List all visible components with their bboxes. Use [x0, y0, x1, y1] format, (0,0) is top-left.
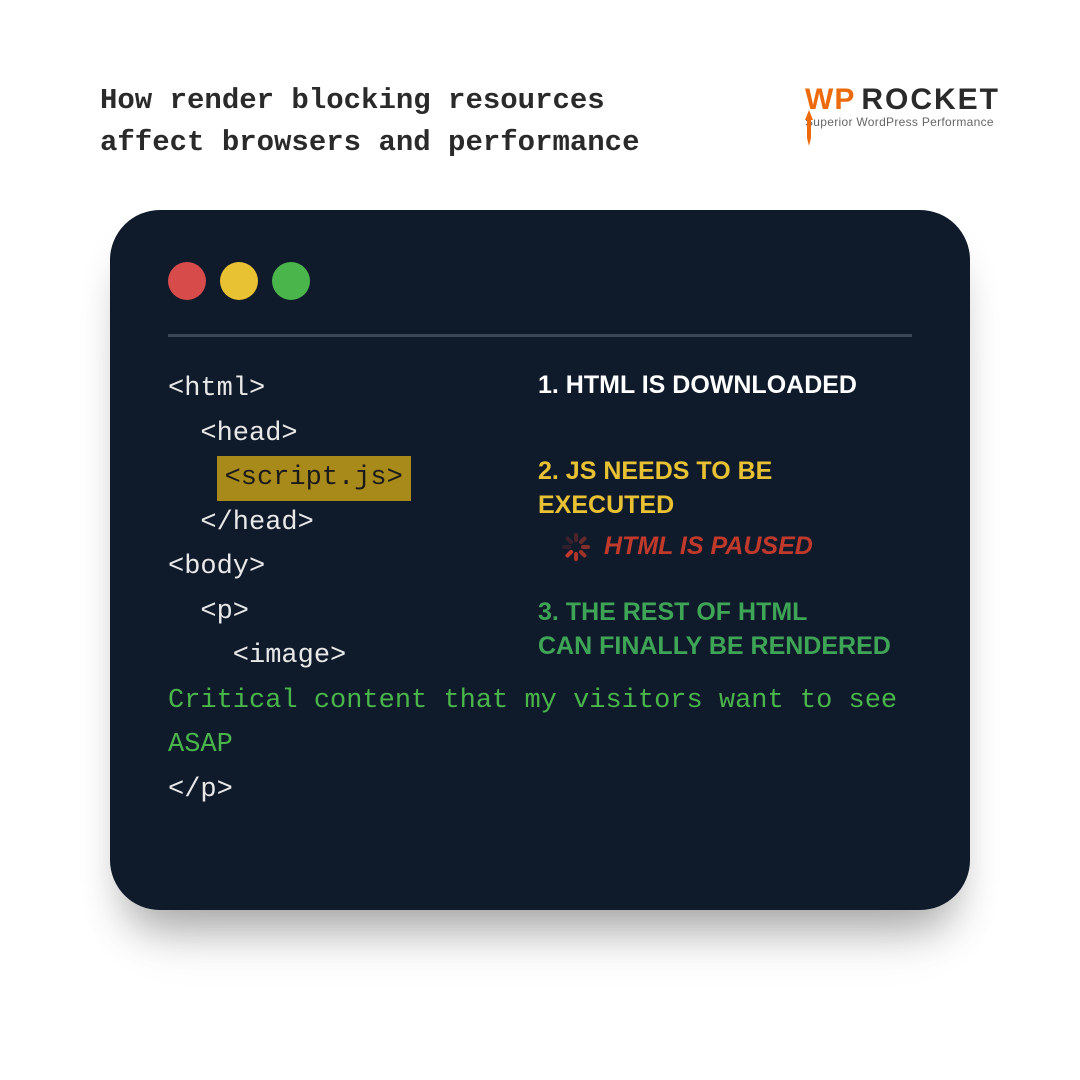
step-3-line-2: CAN FINALLY BE RENDERED — [538, 632, 891, 660]
close-icon — [168, 262, 206, 300]
title-line-2: affect browsers and performance — [100, 126, 640, 159]
code-column: <html> <head> <script.js> </head> <body>… — [168, 367, 508, 679]
code-line: </p> — [168, 768, 912, 813]
minimize-icon — [220, 262, 258, 300]
terminal-window: <html> <head> <script.js> </head> <body>… — [110, 210, 970, 910]
step-1: 1. HTML IS DOWNLOADED — [538, 369, 912, 403]
page-title: How render blocking resources affect bro… — [100, 80, 640, 164]
step-2-sub: HTML IS PAUSED — [538, 530, 912, 564]
code-line: <p> — [168, 590, 508, 635]
step-3-line-1: 3. THE REST OF HTML — [538, 598, 807, 626]
rocket-icon — [801, 110, 817, 146]
header: How render blocking resources affect bro… — [100, 80, 1000, 164]
loading-spinner-icon — [562, 533, 590, 561]
code-line-highlighted: <script.js> — [168, 456, 508, 501]
brand-tagline: Superior WordPress Performance — [805, 115, 1000, 129]
step-2-sub-label: HTML IS PAUSED — [604, 530, 813, 564]
brand-logo: WP ROCKET Superior WordPress Performance — [805, 80, 1000, 129]
divider — [168, 334, 912, 337]
code-line: <image> — [168, 634, 508, 679]
brand-rocket-text: ROCKET — [861, 86, 1000, 113]
code-line: <body> — [168, 545, 508, 590]
code-line: <html> — [168, 367, 508, 412]
brand-wp-text: WP — [805, 86, 855, 113]
critical-content-text: Critical content that my visitors want t… — [168, 679, 912, 768]
window-traffic-lights — [168, 262, 912, 300]
maximize-icon — [272, 262, 310, 300]
code-line: </head> — [168, 501, 508, 546]
step-2: 2. JS NEEDS TO BE EXECUTED — [538, 455, 912, 523]
step-3: 3. THE REST OF HTML CAN FINALLY BE RENDE… — [538, 596, 912, 664]
script-highlight: <script.js> — [217, 456, 411, 501]
title-line-1: How render blocking resources — [100, 84, 605, 117]
steps-column: 1. HTML IS DOWNLOADED 2. JS NEEDS TO BE … — [538, 367, 912, 679]
code-line: <head> — [168, 412, 508, 457]
